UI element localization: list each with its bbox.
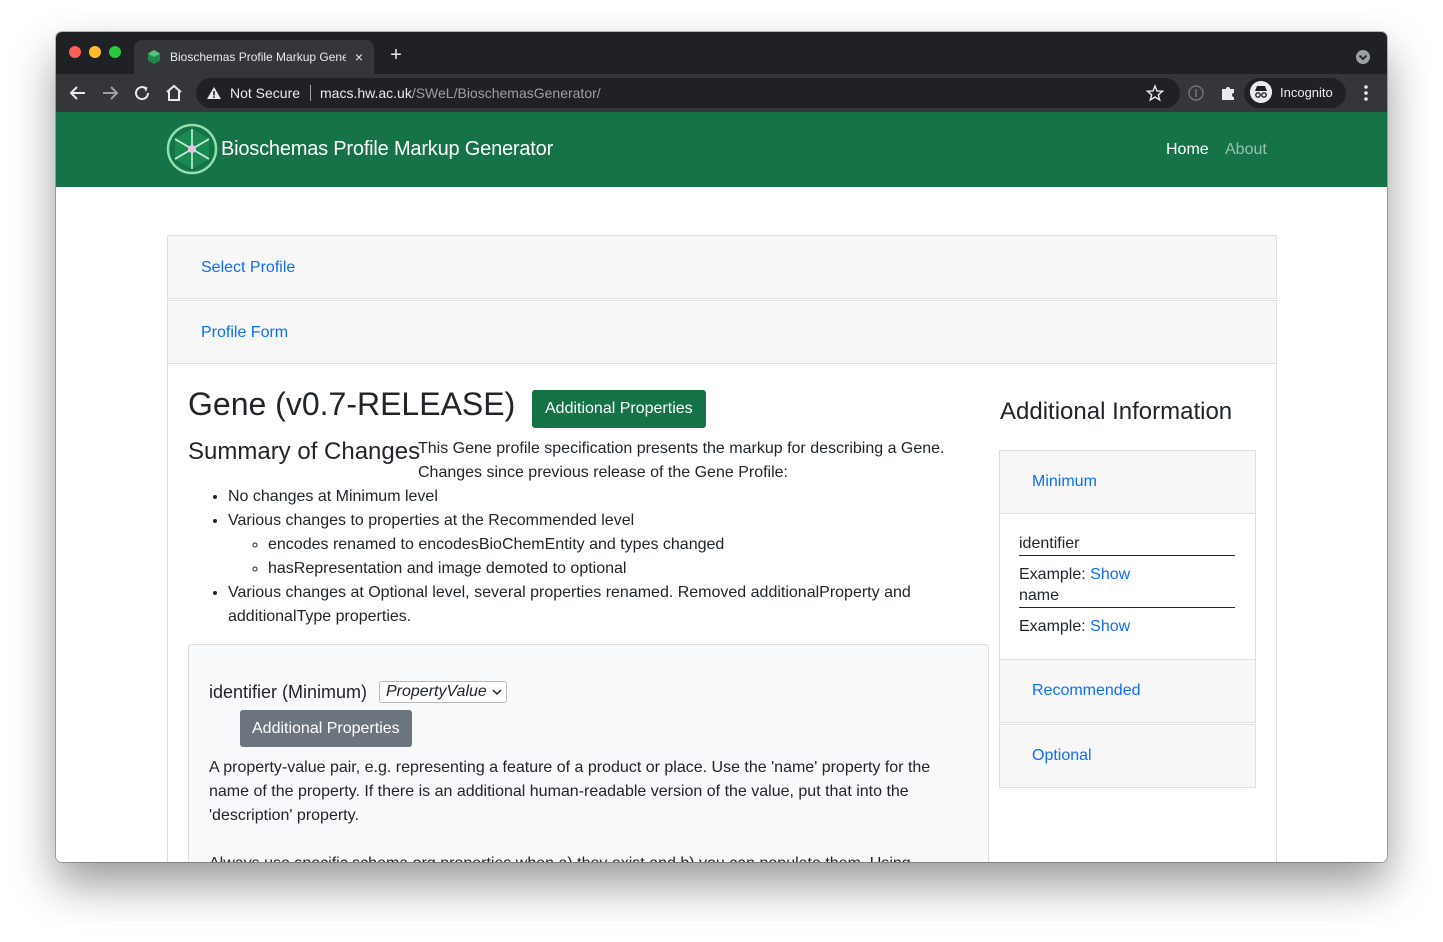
select-profile-link[interactable]: Select Profile [201,258,295,278]
tab-title: Bioschemas Profile Markup Generator [170,50,346,64]
url-text[interactable]: macs.hw.ac.uk/SWeL/BioschemasGenerator/ [320,85,601,101]
show-example-link[interactable]: Show [1090,618,1130,635]
reload-icon[interactable] [130,81,154,105]
bioschemas-favicon-icon [148,50,160,64]
browser-toolbar: Not Secure macs.hw.ac.uk/SWeL/Bioschemas… [56,74,1387,112]
property-type-value: PropertyValue [386,683,487,700]
profile-form-body: Gene (v0.7-RELEASE) Additional Propertie… [167,363,1277,862]
incognito-label[interactable]: Incognito [1280,85,1333,101]
accordion-recommended: Recommended [999,659,1256,723]
incognito-icon [1250,81,1272,103]
example-label: Example: [1019,618,1086,635]
change-item: No changes at Minimum level [228,485,948,509]
address-bar[interactable]: Not Secure macs.hw.ac.uk/SWeL/Bioschemas… [196,78,1180,108]
tab-close-icon[interactable]: × [350,48,368,66]
bioschemas-logo-icon[interactable] [166,123,218,175]
show-example-link[interactable]: Show [1090,566,1130,583]
select-profile-header: Select Profile [167,235,1277,299]
new-tab-button[interactable]: + [384,43,408,67]
info-circle-icon[interactable] [1184,81,1208,105]
summary-intro: This Gene profile specification presents… [418,440,945,481]
url-path: /SWeL/BioschemasGenerator/ [411,85,601,101]
forward-arrow-icon[interactable] [98,81,122,105]
more-menu-icon[interactable] [1354,81,1378,105]
accordion-optional-header: Optional [1000,725,1255,787]
change-item-text: Various changes to properties at the Rec… [228,512,635,529]
nav-home-link[interactable]: Home [1166,140,1209,160]
url-host: macs.hw.ac.uk [320,85,412,101]
field-term: identifier [1019,534,1235,556]
bookmark-star-icon[interactable] [1146,84,1164,102]
change-item: Various changes to properties at the Rec… [228,509,948,581]
brand-title[interactable]: Bioschemas Profile Markup Generator [221,136,553,162]
browser-window: Bioschemas Profile Markup Generator × + [56,32,1387,862]
chevron-down-icon [492,689,502,696]
property-additional-properties-button[interactable]: Additional Properties [240,710,412,747]
property-description: A property-value pair, e.g. representing… [209,759,931,824]
accordion-minimum-header: Minimum [1000,451,1255,514]
accordion-optional: Optional [999,724,1256,788]
sidebar-title: Additional Information [1000,398,1233,425]
home-icon[interactable] [162,81,186,105]
page-content: Select Profile Profile Form Gene (v0.7-R… [56,187,1387,862]
change-item: Various changes at Optional level, sever… [228,581,948,629]
accordion-minimum-body: identifier Example: Show name Example: S… [1000,514,1255,659]
example-label: Example: [1019,566,1086,583]
sub-change-item: hasRepresentation and image demoted to o… [268,557,948,581]
page-title: Gene (v0.7-RELEASE) [188,386,516,422]
close-window-button[interactable] [69,46,81,58]
profile-form-link[interactable]: Profile Form [201,323,288,343]
tab-strip: Bioschemas Profile Markup Generator × + [56,32,1387,74]
sub-change-item: encodes renamed to encodesBioChemEntity … [268,533,948,557]
nav-about-link[interactable]: About [1225,140,1267,160]
accordion-optional-link[interactable]: Optional [1032,746,1092,766]
address-divider [310,85,311,101]
property-type-select[interactable]: PropertyValue [379,681,507,703]
minimize-window-button[interactable] [89,46,101,58]
site-navbar: Bioschemas Profile Markup Generator Home… [56,112,1387,187]
back-arrow-icon[interactable] [66,81,90,105]
summary-heading: Summary of Changes [188,438,421,465]
security-status[interactable]: Not Secure [230,85,300,101]
property-card: identifier (Minimum) PropertyValue Addit… [188,644,989,862]
profile-form-header: Profile Form [167,300,1277,364]
warning-icon[interactable] [206,85,222,101]
property-description-more: Always use specific schema.org propertie… [209,852,969,862]
property-title: identifier (Minimum) [209,682,368,702]
browser-tab[interactable]: Bioschemas Profile Markup Generator × [134,40,374,74]
field-example: Example: Show [1019,617,1130,637]
extensions-puzzle-icon[interactable] [1216,81,1240,105]
tab-search-icon[interactable] [1355,49,1371,65]
accordion-minimum: Minimum identifier Example: Show name Ex… [999,450,1256,660]
maximize-window-button[interactable] [109,46,121,58]
accordion-recommended-link[interactable]: Recommended [1032,681,1141,701]
field-example: Example: Show [1019,565,1130,585]
field-term: name [1019,586,1235,608]
additional-properties-button[interactable]: Additional Properties [532,390,706,428]
changes-list: No changes at Minimum level Various chan… [188,485,948,629]
accordion-recommended-header: Recommended [1000,660,1255,722]
accordion-minimum-link[interactable]: Minimum [1032,472,1097,492]
